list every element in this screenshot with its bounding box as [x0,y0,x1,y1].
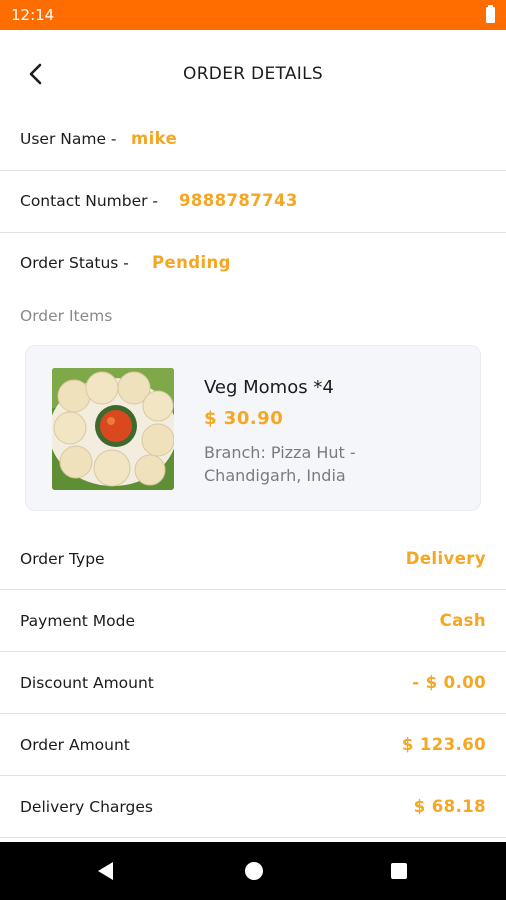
discount-amount-row: Discount Amount - $ 0.00 [0,652,506,714]
status-time: 12:14 [11,6,55,24]
order-status-label: Order Status - [20,254,129,272]
order-amount-row: Order Amount $ 123.60 [0,714,506,776]
status-bar: 12:14 [0,0,506,30]
order-amount-value: $ 123.60 [401,735,486,754]
battery-icon [486,5,495,23]
discount-amount-label: Discount Amount [20,674,154,692]
delivery-charges-label: Delivery Charges [20,798,153,816]
nav-home-icon[interactable] [239,856,269,886]
contact-number-row: Contact Number - 9888787743 [0,170,506,232]
payment-mode-label: Payment Mode [20,612,136,630]
payment-mode-value: Cash [439,611,486,630]
contact-number-value: 9888787743 [179,191,298,210]
order-type-label: Order Type [20,550,105,568]
discount-amount-value: - $ 0.00 [412,673,486,692]
app-header: ORDER DETAILS [0,30,506,108]
user-name-row: User Name - mike [0,108,506,170]
navigation-bar [0,842,506,900]
nav-recents-icon[interactable] [384,856,414,886]
order-type-value: Delivery [405,549,486,568]
nav-back-icon[interactable] [91,856,121,886]
user-name-label: User Name - [20,130,117,148]
user-name-value: mike [131,129,178,148]
delivery-charges-value: $ 68.18 [413,797,486,816]
order-items-label: Order Items [20,307,113,325]
item-branch: Branch: Pizza Hut - Chandigarh, India [204,443,356,485]
order-status-value: Pending [152,253,231,272]
delivery-charges-row: Delivery Charges $ 68.18 [0,776,506,838]
order-amount-label: Order Amount [20,736,130,754]
order-type-row: Order Type Delivery [0,528,506,590]
payment-mode-row: Payment Mode Cash [0,590,506,652]
order-status-row: Order Status - Pending [0,232,506,294]
contact-number-label: Contact Number - [20,192,159,210]
item-name: Veg Momos *4 [204,377,334,398]
item-price: $ 30.90 [204,408,284,429]
page-title: ORDER DETAILS [183,64,323,84]
divider [0,837,506,838]
item-image [52,368,174,490]
order-item-card[interactable]: Veg Momos *4 $ 30.90 Branch: Pizza Hut -… [25,345,481,511]
